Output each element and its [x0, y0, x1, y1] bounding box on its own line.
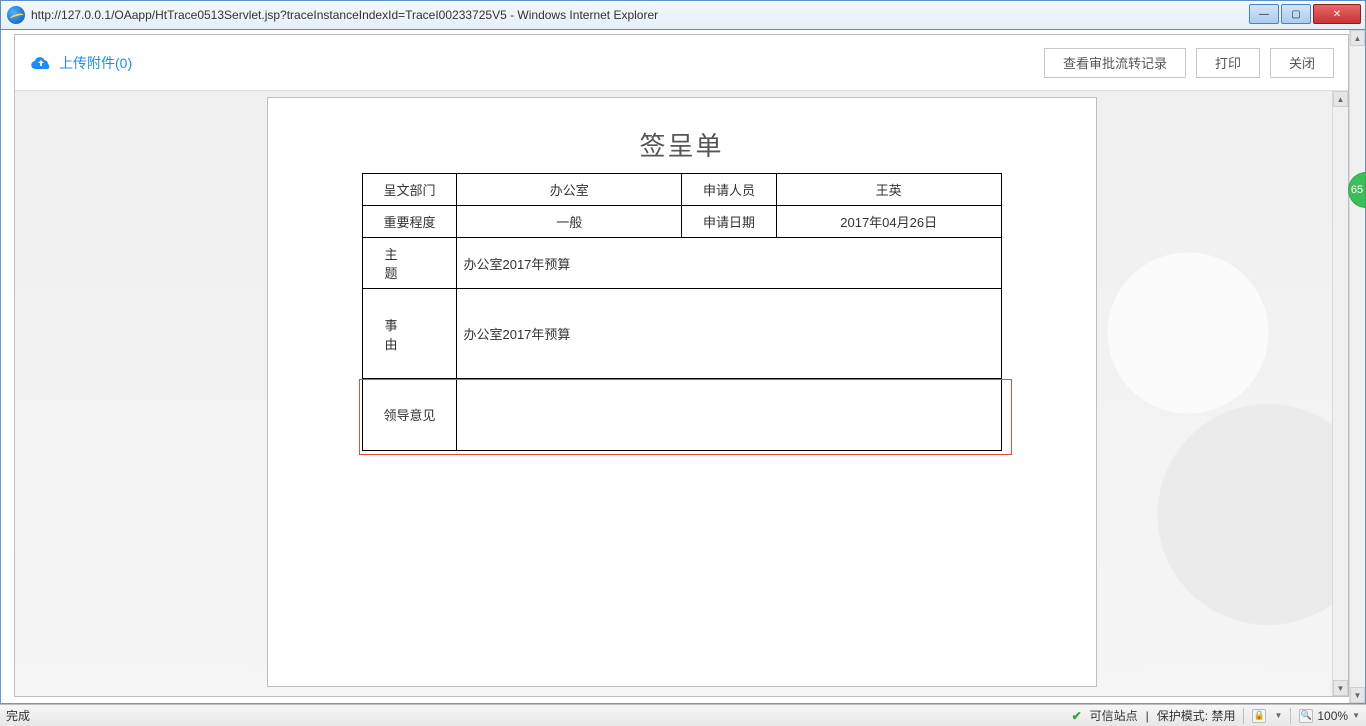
close-button[interactable]: 关闭 [1270, 48, 1334, 78]
upload-attachment-label: 上传附件(0) [59, 53, 132, 73]
dropdown-arrow-icon[interactable]: ▼ [1352, 711, 1360, 720]
document-title: 签呈单 [313, 126, 1051, 163]
outer-scrollbar[interactable]: ▲ ▼ [1349, 30, 1365, 703]
reason-label: 事 由 [362, 289, 457, 379]
zoom-control[interactable]: 🔍 100% ▼ [1299, 709, 1360, 723]
window-titlebar: http://127.0.0.1/OAapp/HtTrace0513Servle… [0, 0, 1366, 30]
date-value: 2017年04月26日 [776, 206, 1001, 238]
status-divider [1290, 708, 1291, 724]
dropdown-arrow-icon[interactable]: ▼ [1274, 711, 1282, 720]
date-label: 申请日期 [682, 206, 777, 238]
ie-icon [7, 6, 25, 24]
window-title: http://127.0.0.1/OAapp/HtTrace0513Servle… [29, 8, 1247, 22]
cloud-upload-icon [29, 55, 53, 71]
opinion-label: 领导意见 [362, 379, 457, 451]
status-protected: 保护模式: 禁用 [1157, 707, 1236, 724]
window-buttons: — ▢ ✕ [1247, 4, 1361, 26]
status-left: 完成 [0, 707, 30, 724]
dept-label: 呈文部门 [362, 174, 457, 206]
applicant-value: 王英 [776, 174, 1001, 206]
upload-attachment-link[interactable]: 上传附件(0) [29, 53, 132, 73]
scroll-up-arrow[interactable]: ▲ [1350, 30, 1365, 46]
form-table: 呈文部门 办公室 申请人员 王英 重要程度 一般 申请日期 2017年04月26… [362, 173, 1002, 451]
subject-value: 办公室2017年预算 [457, 238, 1001, 289]
page-toolbar: 上传附件(0) 查看审批流转记录 打印 关闭 [15, 35, 1348, 91]
minimize-button[interactable]: — [1249, 4, 1279, 24]
subject-label: 主 题 [362, 238, 457, 289]
status-separator: | [1146, 709, 1149, 723]
scroll-down-arrow[interactable]: ▼ [1350, 687, 1365, 703]
zoom-value: 100% [1317, 709, 1348, 723]
inner-scrollbar[interactable]: ▲ ▼ [1332, 91, 1348, 696]
status-bar: 完成 ✔ 可信站点 | 保护模式: 禁用 🔒 ▼ 🔍 100% ▼ [0, 704, 1366, 726]
priority-label: 重要程度 [362, 206, 457, 238]
page-frame: 上传附件(0) 查看审批流转记录 打印 关闭 签呈单 呈文部门 办公室 申请人员… [14, 34, 1349, 697]
priority-value: 一般 [457, 206, 682, 238]
print-button[interactable]: 打印 [1196, 48, 1260, 78]
opinion-value[interactable] [457, 379, 1001, 451]
document-sheet: 签呈单 呈文部门 办公室 申请人员 王英 重要程度 一般 申请日期 2017年0… [267, 97, 1097, 687]
scroll-up-arrow[interactable]: ▲ [1333, 91, 1348, 107]
page-body: 签呈单 呈文部门 办公室 申请人员 王英 重要程度 一般 申请日期 2017年0… [15, 91, 1348, 696]
view-approval-button[interactable]: 查看审批流转记录 [1044, 48, 1186, 78]
browser-viewport: 上传附件(0) 查看审批流转记录 打印 关闭 签呈单 呈文部门 办公室 申请人员… [0, 30, 1366, 704]
security-icon[interactable]: 🔒 [1252, 709, 1266, 723]
scroll-track[interactable] [1333, 107, 1348, 680]
zoom-icon: 🔍 [1299, 709, 1313, 723]
applicant-label: 申请人员 [682, 174, 777, 206]
check-icon: ✔ [1072, 709, 1082, 723]
maximize-button[interactable]: ▢ [1281, 4, 1311, 24]
scroll-down-arrow[interactable]: ▼ [1333, 680, 1348, 696]
window-close-button[interactable]: ✕ [1313, 4, 1361, 24]
status-divider [1243, 708, 1244, 724]
status-trusted: 可信站点 [1090, 707, 1138, 724]
scroll-track[interactable] [1350, 46, 1365, 687]
dept-value: 办公室 [457, 174, 682, 206]
reason-value: 办公室2017年预算 [457, 289, 1001, 379]
